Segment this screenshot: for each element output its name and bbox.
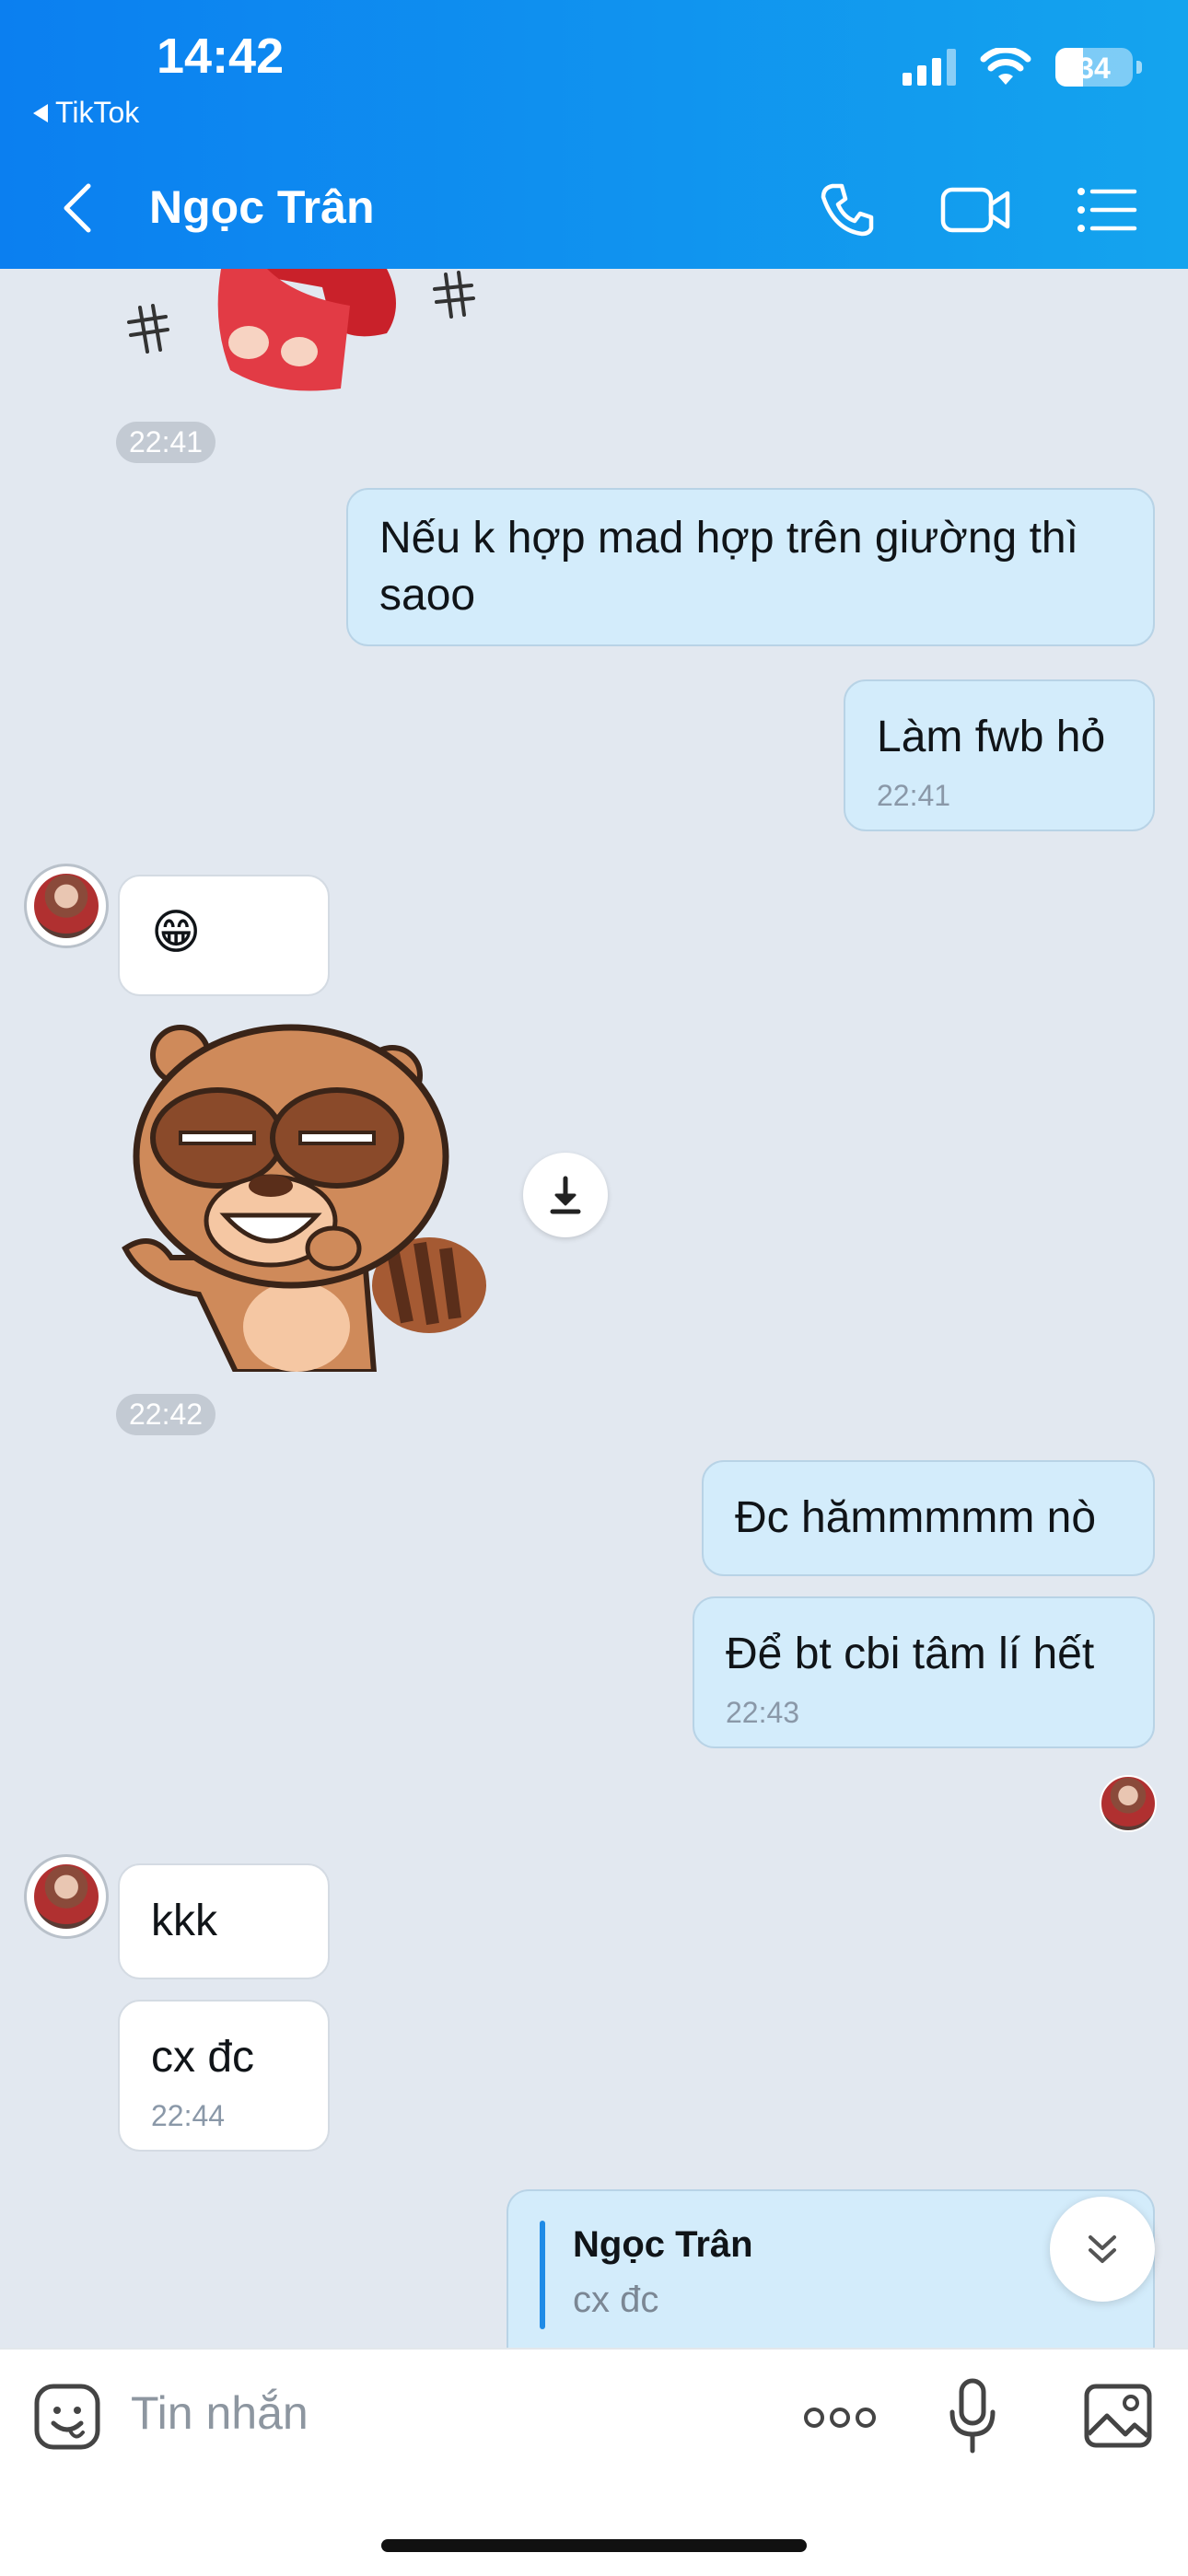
more-options-icon[interactable] (801, 2399, 879, 2436)
message-time: 22:41 (877, 779, 951, 812)
home-indicator (381, 2539, 807, 2552)
battery-icon: 34 (1055, 48, 1142, 87)
quote-bar (540, 2221, 545, 2329)
message-text: cx đc (151, 2033, 255, 2082)
time-chip: 22:42 (116, 1394, 216, 1435)
message-text: Để bt cbi tâm lí hết (726, 1630, 1095, 1678)
message-text: Đc hămmmmm nò (735, 1493, 1097, 1542)
incoming-message[interactable]: 😁 (118, 875, 330, 996)
outgoing-message[interactable]: Nếu k hợp mad hợp trên giường thì saoo (346, 488, 1155, 646)
download-button[interactable] (523, 1153, 608, 1237)
back-app-label: TikTok (55, 96, 140, 129)
message-time: 22:44 (151, 2099, 226, 2132)
message-time: 22:43 (726, 1696, 800, 1729)
back-arrow-icon[interactable] (59, 180, 96, 236)
battery-level: 34 (1077, 52, 1111, 85)
phone-call-icon[interactable] (814, 177, 880, 243)
incoming-message[interactable]: kkk (118, 1863, 330, 1979)
scroll-to-bottom-button[interactable] (1050, 2197, 1155, 2302)
sticker-girl-partial[interactable] (111, 269, 497, 398)
double-chevron-down-icon (1089, 2235, 1116, 2263)
video-call-icon[interactable] (939, 177, 1013, 243)
time-chip: 22:41 (116, 422, 216, 463)
quoted-text: cx đc (573, 2280, 659, 2320)
outgoing-message[interactable]: Để bt cbi tâm lí hết 22:43 (693, 1596, 1155, 1748)
wifi-icon (980, 48, 1031, 85)
raccoon-sticker[interactable] (116, 1018, 503, 1372)
contact-avatar[interactable] (24, 864, 109, 948)
message-text: Nếu k hợp mad hợp trên giường thì saoo (379, 514, 1078, 620)
outgoing-message[interactable]: Đc hămmmmm nò (702, 1460, 1155, 1576)
back-triangle-icon (33, 103, 48, 122)
gallery-image-icon[interactable] (1083, 2383, 1153, 2449)
chat-header: 14:42 TikTok 34 Ngọc Trân (0, 0, 1188, 269)
cellular-signal-icon (903, 49, 956, 86)
message-text: Làm fwb hỏ (877, 713, 1106, 761)
contact-name[interactable]: Ngọc Trân (149, 180, 374, 234)
status-icons: 34 (903, 48, 1142, 87)
back-to-app-link[interactable]: TikTok (33, 96, 139, 130)
sticker-emoji-icon[interactable] (33, 2383, 101, 2451)
seen-avatar (1100, 1775, 1157, 1832)
incoming-message[interactable]: cx đc 22:44 (118, 2000, 330, 2152)
emoji-text: 😁 (151, 906, 202, 959)
outgoing-message[interactable]: Làm fwb hỏ 22:41 (844, 679, 1155, 831)
message-input[interactable]: Tin nhắn (131, 2386, 309, 2440)
quoted-sender: Ngọc Trân (573, 2224, 753, 2265)
microphone-icon[interactable] (949, 2377, 996, 2456)
message-text: kkk (151, 1897, 217, 1945)
download-icon (550, 1176, 581, 1214)
contact-avatar[interactable] (24, 1854, 109, 1939)
menu-list-icon[interactable] (1074, 177, 1140, 243)
status-time: 14:42 (157, 29, 285, 84)
